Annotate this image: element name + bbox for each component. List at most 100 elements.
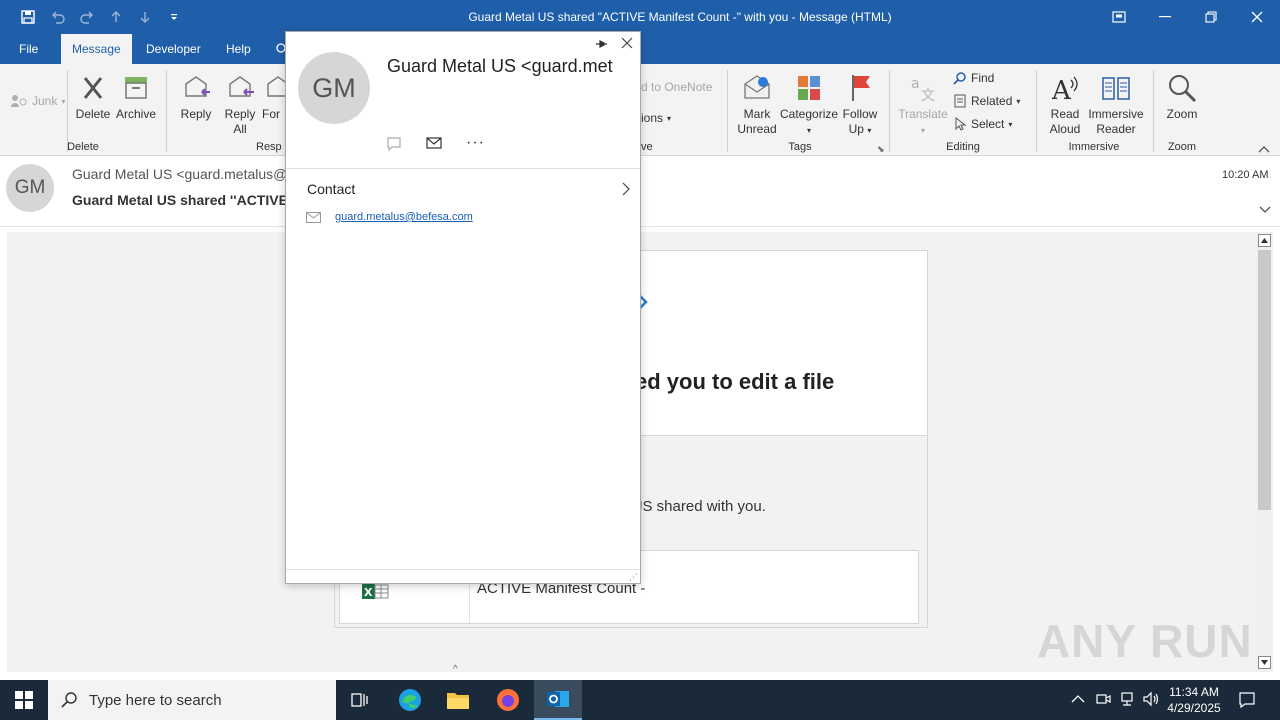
reply-all-button[interactable]: Reply All (218, 72, 262, 137)
redo-icon[interactable] (73, 0, 101, 34)
flag-icon (852, 75, 870, 101)
collapse-ribbon-icon[interactable] (1258, 142, 1270, 156)
ribbon-display-icon[interactable] (1096, 0, 1142, 34)
search-icon (953, 72, 966, 85)
separator (1153, 70, 1154, 152)
tab-developer[interactable]: Developer (135, 34, 212, 64)
received-time: 10:20 AM (1222, 169, 1269, 181)
read-aloud-button[interactable]: A Read Aloud (1043, 72, 1087, 137)
undo-icon[interactable] (44, 0, 72, 34)
separator (889, 70, 890, 152)
categorize-button[interactable]: Categorize ▾ (780, 72, 838, 138)
caret-up-icon: ^ (453, 664, 458, 675)
chat-icon[interactable] (386, 136, 402, 155)
up-arrow-icon[interactable] (102, 0, 130, 34)
scroll-thumb[interactable] (1258, 250, 1271, 510)
contact-name: Guard Metal US <guard.met (387, 56, 613, 76)
notifications-icon[interactable] (1238, 691, 1256, 712)
group-label-editing: Editing (946, 141, 980, 153)
expand-header-icon[interactable] (1259, 203, 1271, 217)
tab-help[interactable]: Help (215, 34, 262, 64)
immersive-reader-icon (1102, 77, 1130, 100)
contact-card: GM Guard Metal US <guard.met ··· Contact… (285, 31, 641, 584)
down-arrow-icon[interactable] (131, 0, 159, 34)
send-to-onenote-button[interactable]: d to OneNote (641, 80, 712, 94)
related-button[interactable]: Related ▾ (953, 94, 1020, 108)
follow-up-button[interactable]: Follow Up ▾ (838, 72, 882, 138)
start-button[interactable] (0, 680, 48, 720)
sender-avatar[interactable]: GM (6, 164, 54, 212)
contact-avatar: GM (298, 52, 370, 124)
share-heading: ed you to edit a file (635, 369, 835, 394)
zoom-icon (1169, 75, 1197, 103)
immersive-reader-button[interactable]: Immersive Reader (1087, 72, 1145, 137)
close-icon[interactable] (621, 37, 633, 52)
close-button[interactable] (1234, 0, 1280, 34)
pin-icon[interactable] (594, 37, 608, 54)
contact-section-title: Contact (307, 181, 356, 197)
title-bar: Guard Metal US shared "ACTIVE Manifest C… (0, 0, 1280, 34)
firefox-button[interactable] (484, 680, 532, 720)
find-button[interactable]: Find (953, 71, 994, 85)
delete-x-icon (83, 77, 103, 99)
save-icon[interactable] (14, 0, 42, 34)
scroll-down-button[interactable] (1258, 656, 1271, 669)
move-options-button[interactable]: ions ▾ (641, 111, 671, 125)
excel-file-icon: X (362, 581, 390, 604)
system-clock[interactable]: 11:34 AM 4/29/2025 (1166, 684, 1222, 716)
network-icon[interactable] (1119, 691, 1135, 710)
scroll-up-button[interactable] (1258, 234, 1271, 247)
taskbar: Type here to search 11:34 AM 4/29/2025 (0, 680, 1280, 720)
archive-button[interactable]: Archive (114, 72, 158, 122)
window-title: Guard Metal US shared "ACTIVE Manifest C… (468, 10, 892, 24)
forward-button[interactable]: For (262, 72, 286, 122)
more-options-icon[interactable]: ··· (466, 135, 485, 151)
email-icon[interactable] (426, 136, 442, 153)
svg-text:文: 文 (921, 88, 935, 104)
file-explorer-button[interactable] (434, 680, 482, 720)
tab-message[interactable]: Message (61, 34, 132, 64)
search-placeholder: Type here to search (89, 691, 222, 709)
customize-qat-icon[interactable] (160, 0, 188, 34)
reply-all-icon (229, 76, 254, 97)
tags-dialog-launcher-icon[interactable]: ⬊ (877, 144, 885, 155)
restore-button[interactable] (1188, 0, 1234, 34)
resize-grip-icon[interactable]: ⋰ (629, 572, 638, 583)
edge-browser-button[interactable] (386, 680, 434, 720)
select-button[interactable]: Select ▾ (953, 117, 1012, 131)
mark-unread-icon (744, 75, 770, 99)
windows-icon (15, 691, 33, 709)
contact-section-header[interactable]: Contact (286, 172, 640, 206)
separator (727, 70, 728, 152)
outlook-button[interactable] (534, 680, 582, 720)
group-label-tags: Tags (788, 141, 812, 153)
delete-button[interactable]: Delete (72, 72, 114, 122)
translate-icon: a文 (911, 76, 935, 104)
group-label-move: ve (641, 141, 653, 153)
group-label-zoom: Zoom (1167, 141, 1197, 153)
tab-file[interactable]: File (8, 34, 49, 64)
group-label-immersive: Immersive (1068, 141, 1120, 153)
volume-icon[interactable] (1142, 691, 1160, 710)
vertical-scrollbar[interactable] (1256, 232, 1273, 672)
edge-icon (399, 689, 421, 711)
task-view-icon (351, 693, 368, 707)
divider (286, 168, 640, 169)
reply-button[interactable]: Reply (174, 72, 218, 122)
junk-button[interactable]: Junk ▾ (10, 94, 65, 108)
svg-text:X: X (364, 586, 373, 599)
mark-unread-button[interactable]: Mark Unread (734, 72, 780, 137)
translate-button[interactable]: a文 Translate ▾ (896, 72, 950, 138)
chevron-right-icon (622, 182, 630, 199)
meet-now-icon[interactable] (1095, 691, 1111, 710)
taskbar-search-box[interactable]: Type here to search (48, 680, 336, 720)
forward-icon (267, 76, 286, 97)
zoom-button[interactable]: Zoom (1160, 72, 1204, 122)
minimize-button[interactable] (1142, 0, 1188, 34)
show-hidden-icons-button[interactable] (1071, 693, 1085, 707)
svg-text:a: a (911, 76, 920, 92)
sender-name[interactable]: Guard Metal US <guard.metalus@ (72, 166, 286, 182)
task-view-button[interactable] (336, 680, 384, 720)
contact-email-link[interactable]: guard.metalus@befesa.com (335, 211, 473, 223)
group-label-delete: Delete (67, 141, 99, 153)
